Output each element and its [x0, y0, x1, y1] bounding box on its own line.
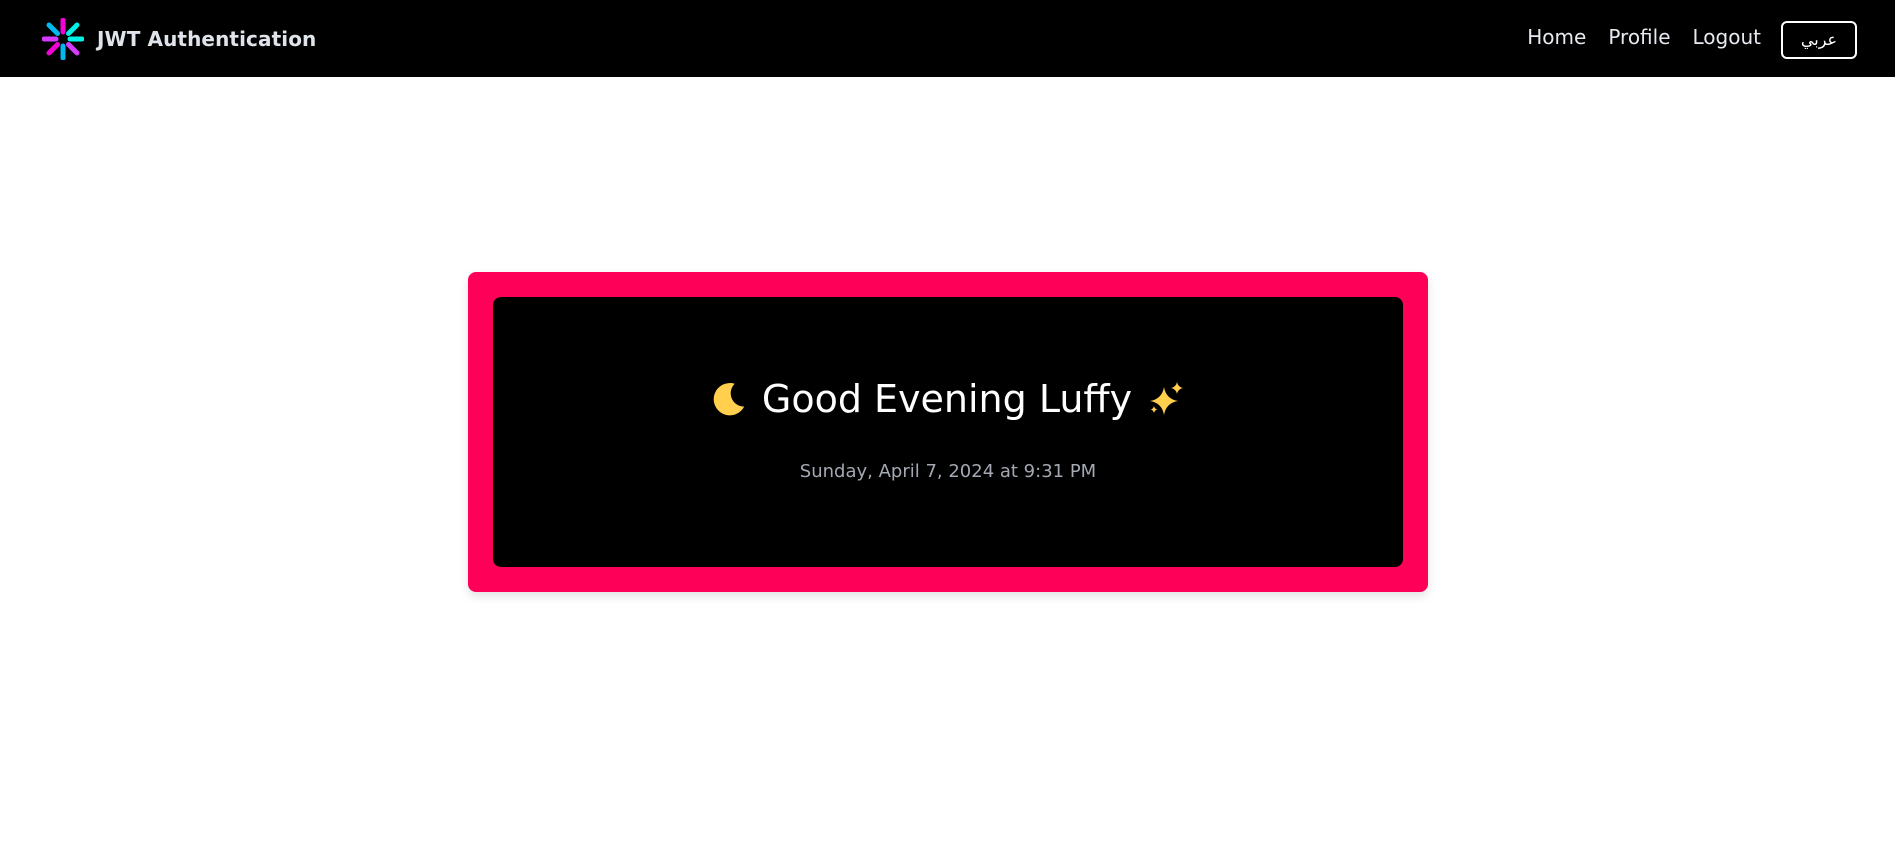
language-toggle-button[interactable]: عربي — [1781, 20, 1857, 59]
top-navbar: JWT Authentication Home Profile Logout ع… — [0, 0, 1895, 77]
greeting-text: Good Evening Luffy — [761, 376, 1133, 421]
nav-link-profile[interactable]: Profile — [1608, 25, 1670, 49]
nav-links: Home Profile Logout عربي — [1527, 15, 1857, 59]
greeting-heading: Good Evening Luffy — [696, 377, 1200, 421]
jwt-logo-icon — [42, 17, 84, 60]
brand-title: JWT Authentication — [97, 26, 317, 51]
greeting-card: Good Evening Luffy Sunday, April 7, 2024… — [468, 272, 1428, 592]
nav-link-logout[interactable]: Logout — [1693, 25, 1761, 49]
current-datetime: Sunday, April 7, 2024 at 9:31 PM — [799, 460, 1097, 482]
crescent-moon-icon — [710, 380, 748, 418]
brand-link[interactable]: JWT Authentication — [42, 17, 317, 60]
sparkles-icon — [1146, 379, 1186, 419]
nav-link-home[interactable]: Home — [1527, 25, 1586, 49]
greeting-card-body: Good Evening Luffy Sunday, April 7, 2024… — [493, 297, 1403, 567]
